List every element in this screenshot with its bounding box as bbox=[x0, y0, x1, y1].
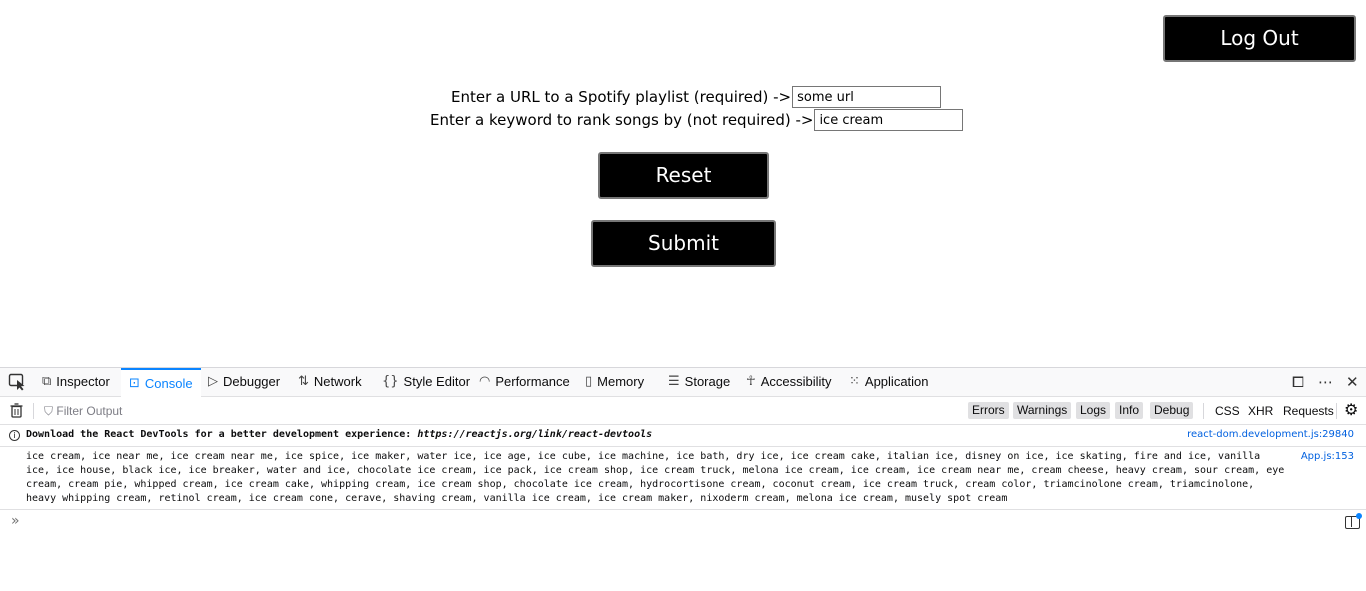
tab-label: Storage bbox=[684, 374, 731, 389]
console-icon: ⊡ bbox=[129, 375, 140, 391]
divider bbox=[1336, 403, 1337, 419]
keyword-input[interactable] bbox=[814, 109, 964, 131]
keyword-label: Enter a keyword to rank songs by (not re… bbox=[430, 111, 814, 129]
memory-icon: ▯ bbox=[585, 374, 593, 389]
console-settings-icon[interactable]: ⚙ bbox=[1344, 397, 1358, 425]
log-out-button[interactable]: Log Out bbox=[1163, 15, 1356, 62]
filter-placeholder: Filter Output bbox=[56, 404, 123, 418]
tab-storage[interactable]: ☰ Storage bbox=[668, 368, 730, 396]
filter-errors[interactable]: Errors bbox=[968, 402, 1009, 419]
dock-side-icon[interactable]: ⧠ bbox=[1292, 368, 1304, 396]
filter-output-input[interactable]: ⛉ Filter Output bbox=[44, 397, 122, 425]
playlist-row: Enter a URL to a Spotify playlist (requi… bbox=[451, 86, 942, 108]
tab-label: Memory bbox=[597, 374, 645, 389]
info-message-text: Download the React DevTools for a better… bbox=[26, 429, 652, 440]
tab-label: Inspector bbox=[56, 374, 110, 389]
log-message-text: ice cream, ice near me, ice cream near m… bbox=[26, 451, 1285, 504]
tab-accessibility[interactable]: ☥ Accessibility bbox=[746, 368, 832, 396]
filter-icon: ⛉ bbox=[44, 404, 54, 418]
tab-network[interactable]: ⇅ Network bbox=[298, 368, 362, 396]
tab-console[interactable]: ⊡ Console bbox=[121, 368, 201, 397]
app-page: Log Out Enter a URL to a Spotify playlis… bbox=[0, 0, 1366, 367]
info-message-prefix: Download the React DevTools for a better… bbox=[26, 429, 418, 440]
submit-button[interactable]: Submit bbox=[591, 220, 776, 267]
tab-label: Accessibility bbox=[760, 374, 832, 389]
console-message-log: ice cream, ice near me, ice cream near m… bbox=[0, 447, 1366, 510]
tab-memory[interactable]: ▯ Memory bbox=[585, 368, 644, 396]
prompt-chevron-icon: » bbox=[11, 513, 20, 529]
style-editor-icon: {} bbox=[382, 374, 399, 389]
divider bbox=[33, 403, 34, 419]
playlist-url-input[interactable] bbox=[792, 86, 942, 108]
message-source-link[interactable]: react-dom.development.js:29840 bbox=[1187, 429, 1354, 440]
devtools-panel: ⧉ Inspector ⊡ Console ▷ Debugger ⇅ Netwo… bbox=[0, 367, 1366, 591]
devtools-tabbar: ⧉ Inspector ⊡ Console ▷ Debugger ⇅ Netwo… bbox=[0, 368, 1366, 397]
tab-label: Style Editor bbox=[403, 374, 471, 389]
tab-inspector[interactable]: ⧉ Inspector bbox=[42, 368, 110, 396]
inspector-icon: ⧉ bbox=[42, 374, 52, 389]
filter-xhr[interactable]: XHR bbox=[1248, 397, 1273, 425]
console-filter-bar: ⛉ Filter Output Errors Warnings Logs Inf… bbox=[0, 397, 1366, 425]
tab-performance[interactable]: ◠ Performance bbox=[479, 368, 570, 396]
filter-logs[interactable]: Logs bbox=[1076, 402, 1111, 419]
filter-warnings[interactable]: Warnings bbox=[1013, 402, 1072, 419]
close-icon[interactable]: ✕ bbox=[1346, 368, 1359, 396]
info-message-link: https://reactjs.org/link/react-devtools bbox=[417, 429, 653, 440]
reset-button[interactable]: Reset bbox=[598, 152, 769, 199]
console-input[interactable]: » bbox=[0, 510, 1366, 536]
tab-style-editor[interactable]: {} Style Editor bbox=[382, 368, 470, 396]
tab-label: Application bbox=[864, 374, 929, 389]
tab-application[interactable]: ⁙ Application bbox=[849, 368, 929, 396]
tab-label: Network bbox=[313, 374, 362, 389]
keyword-row: Enter a keyword to rank songs by (not re… bbox=[430, 109, 964, 131]
tab-label: Debugger bbox=[223, 374, 281, 389]
accessibility-icon: ☥ bbox=[746, 374, 756, 389]
filter-css[interactable]: CSS bbox=[1215, 397, 1240, 425]
storage-icon: ☰ bbox=[668, 374, 680, 389]
message-source-link[interactable]: App.js:153 bbox=[1301, 451, 1354, 462]
tab-debugger[interactable]: ▷ Debugger bbox=[208, 368, 280, 396]
trash-icon[interactable] bbox=[10, 403, 23, 418]
divider bbox=[1203, 403, 1204, 419]
element-picker-icon[interactable] bbox=[8, 373, 26, 391]
tab-label: Performance bbox=[495, 374, 570, 389]
application-icon: ⁙ bbox=[849, 374, 860, 389]
filter-info[interactable]: Info bbox=[1115, 402, 1144, 419]
notification-dot bbox=[1356, 513, 1362, 519]
info-icon: i bbox=[9, 430, 20, 441]
filter-debug[interactable]: Debug bbox=[1150, 402, 1194, 419]
playlist-label: Enter a URL to a Spotify playlist (requi… bbox=[451, 88, 792, 106]
filter-requests[interactable]: Requests bbox=[1283, 397, 1334, 425]
more-options-icon[interactable]: ⋯ bbox=[1318, 368, 1333, 396]
performance-icon: ◠ bbox=[479, 374, 491, 389]
debugger-icon: ▷ bbox=[208, 374, 218, 389]
console-message-info: i Download the React DevTools for a bett… bbox=[0, 425, 1366, 447]
tab-label: Console bbox=[144, 375, 193, 391]
network-icon: ⇅ bbox=[298, 374, 309, 389]
